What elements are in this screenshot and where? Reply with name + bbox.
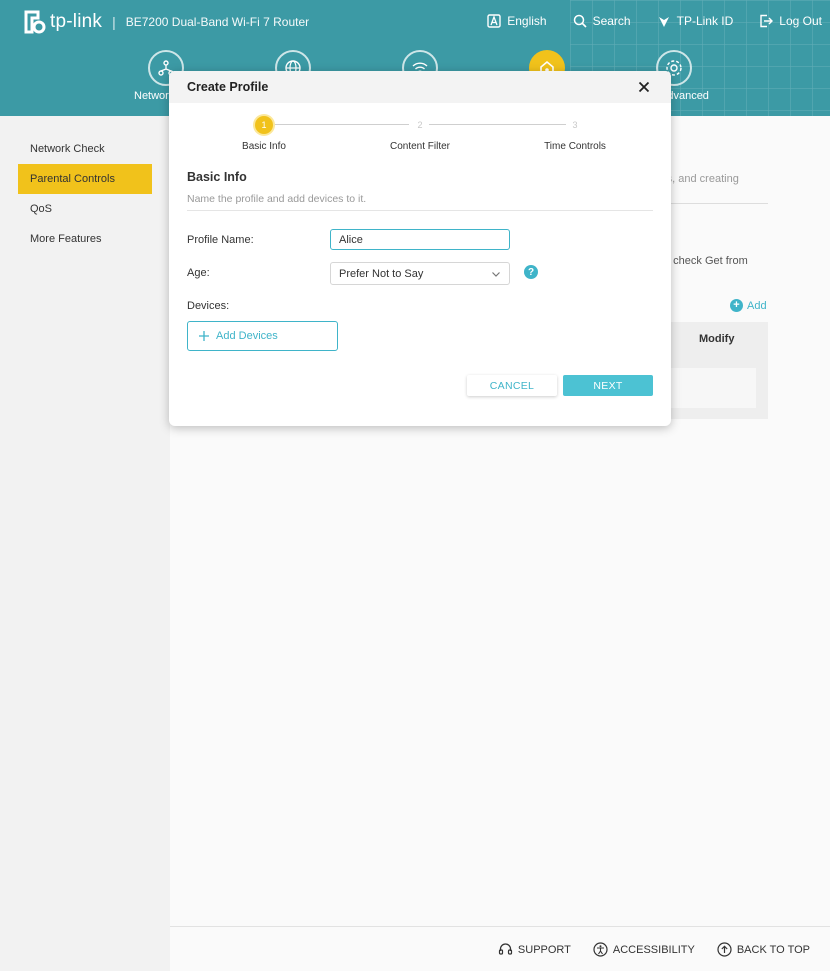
close-icon[interactable]: [637, 80, 651, 94]
profile-name-input[interactable]: [330, 229, 510, 250]
age-label: Age:: [187, 267, 210, 279]
step-3-dot: 3: [566, 116, 584, 134]
step-1-dot: 1: [255, 116, 273, 134]
profile-name-label: Profile Name:: [187, 234, 254, 246]
devices-label: Devices:: [187, 300, 230, 312]
help-icon[interactable]: ?: [524, 265, 538, 279]
step-3-label: Time Controls: [544, 141, 606, 152]
add-devices-label: Add Devices: [216, 330, 278, 342]
modal-title: Create Profile: [187, 80, 269, 94]
chevron-down-icon: [492, 271, 500, 277]
section-description: Name the profile and add devices to it.: [187, 193, 367, 205]
next-button[interactable]: NEXT: [563, 375, 653, 396]
section-title: Basic Info: [187, 170, 247, 184]
step-connector: [274, 124, 409, 125]
age-select[interactable]: Prefer Not to Say: [330, 262, 510, 285]
step-1-label: Basic Info: [242, 141, 286, 152]
add-devices-button[interactable]: Add Devices: [187, 321, 338, 351]
step-connector: [429, 124, 566, 125]
age-select-value: Prefer Not to Say: [339, 267, 424, 280]
cancel-button[interactable]: CANCEL: [467, 375, 557, 396]
modal-header: Create Profile: [169, 71, 671, 103]
create-profile-modal: Create Profile 1 Basic Info 2 Content Fi…: [169, 71, 671, 426]
section-divider: [187, 210, 653, 211]
step-indicator: 1 Basic Info 2 Content Filter 3 Time Con…: [169, 103, 671, 163]
plus-icon: [199, 331, 209, 341]
step-2-label: Content Filter: [389, 141, 451, 152]
step-2-dot: 2: [411, 116, 429, 134]
